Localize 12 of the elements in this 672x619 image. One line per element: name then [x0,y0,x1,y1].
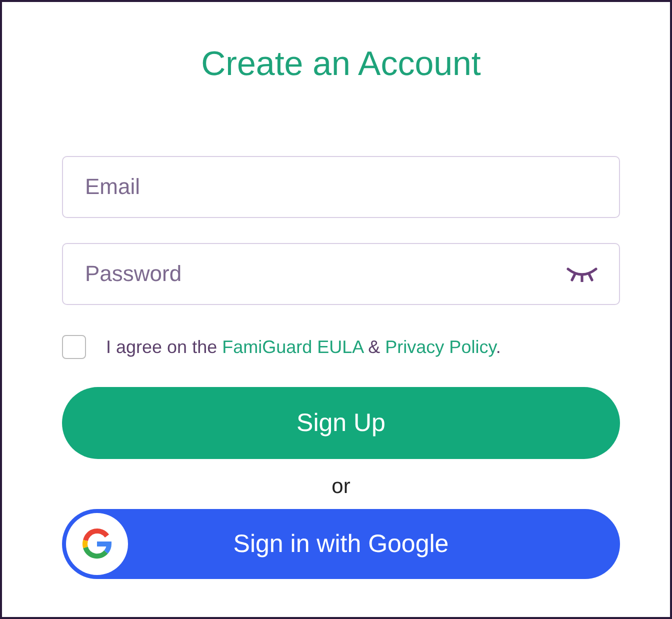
closed-eye-icon[interactable] [566,266,598,282]
agree-checkbox[interactable] [62,335,86,359]
password-field[interactable]: Password [62,243,620,305]
google-sign-in-button[interactable]: Sign in with Google [62,509,620,579]
agreement-link[interactable]: Privacy Policy [385,336,496,356]
form-title: Create an Account [200,44,482,85]
sign-up-button[interactable]: Sign Up [62,387,620,459]
agreement-link[interactable]: FamiGuard EULA [222,336,364,356]
or-separator: or [330,475,352,499]
google-logo-icon [66,513,128,575]
email-field[interactable]: Email [62,156,620,218]
agreement-text: I agree on the FamiGuard EULA & Privacy Policy. [106,336,501,358]
